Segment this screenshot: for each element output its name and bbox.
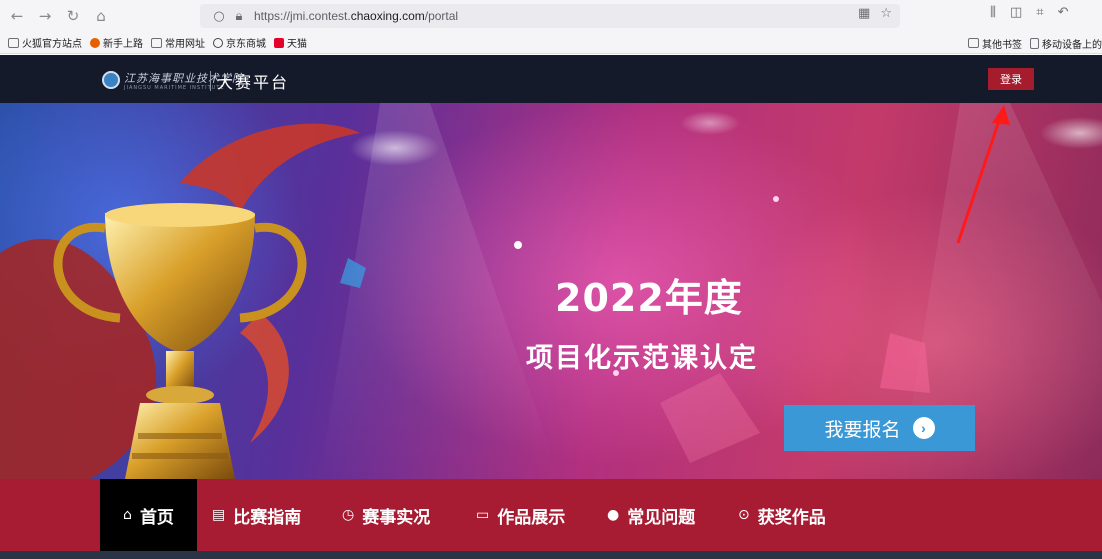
shield-icon: ○ [213, 8, 225, 24]
bookmark-star-icon[interactable]: ☆ [880, 6, 892, 21]
nav-item-live[interactable]: ◷ 赛事实况 [342, 479, 430, 551]
site-header: 江苏海事职业技术学院 JIANGSU MARITIME INSTITUTE 大赛… [0, 55, 1102, 103]
live-icon: ◷ [342, 507, 355, 523]
monitor-icon: ▭ [476, 507, 490, 523]
firefox-icon [90, 37, 100, 48]
book-icon: ▤ [212, 507, 226, 523]
hero-title: 2022年度 [555, 276, 743, 320]
chat-icon: ● [607, 507, 620, 523]
browser-toolbar: ← → ↻ ⌂ ○ 🔒︎ https://jmi.contest.chaoxin… [0, 0, 1102, 32]
forward-icon[interactable]: → [34, 5, 56, 27]
bookmark-item-mobile[interactable]: 移动设备上的 [1030, 36, 1102, 51]
screenshot-icon[interactable]: ⌗ [1036, 5, 1043, 20]
globe-icon [213, 37, 223, 48]
reload-icon[interactable]: ↻ [62, 5, 84, 27]
bookmark-item[interactable]: 新手上路 [90, 35, 143, 50]
folder-icon [968, 38, 979, 48]
sidebar-icon[interactable]: ◫ [1010, 5, 1022, 20]
library-icon[interactable]: ⫼ [990, 5, 996, 20]
home-browser-icon[interactable]: ⌂ [90, 5, 112, 27]
bookmark-item[interactable]: 天猫 [274, 35, 307, 50]
bookmark-item[interactable]: 京东商城 [213, 35, 266, 50]
qr-code-icon[interactable]: ▦ [858, 6, 870, 21]
nav-item-home[interactable]: ⌂ 首页 [100, 479, 197, 551]
nav-item-awards[interactable]: ⊙ 获奖作品 [738, 479, 826, 551]
platform-title: 大赛平台 [217, 73, 290, 92]
home-icon: ⌂ [123, 507, 132, 523]
nav-item-faq[interactable]: ● 常见问题 [607, 479, 695, 551]
bookmarks-bar: 火狐官方站点 新手上路 常用网址 京东商城 天猫 其他书签 移动设备上的 [0, 32, 1102, 54]
bookmark-item[interactable]: 火狐官方站点 [8, 35, 82, 50]
hero-subtitle: 项目化示范课认定 [526, 343, 758, 374]
logo-divider [210, 71, 211, 91]
address-bar[interactable]: ○ 🔒︎ https://jmi.contest.chaoxing.com/po… [200, 4, 900, 28]
back-icon[interactable]: ← [6, 5, 28, 27]
lock-icon: 🔒︎ [235, 8, 243, 24]
folder-icon [8, 37, 19, 48]
school-emblem-icon [102, 71, 120, 89]
mobile-icon [1030, 37, 1039, 49]
tmall-icon [274, 37, 284, 48]
arrow-right-circle-icon: › [912, 417, 935, 439]
play-icon: ⊙ [738, 507, 750, 523]
hero-banner: 2022年度 项目化示范课认定 我要报名 › [0, 103, 1102, 479]
signup-label: 我要报名 [824, 419, 901, 441]
nav-item-showcase[interactable]: ▭ 作品展示 [476, 479, 565, 551]
login-button[interactable]: 登录 [988, 68, 1034, 90]
nav-item-guide[interactable]: ▤ 比赛指南 [212, 479, 301, 551]
signup-button[interactable]: 我要报名 › [784, 405, 975, 451]
bookmark-item-other[interactable]: 其他书签 [968, 36, 1022, 51]
bookmark-item[interactable]: 常用网址 [151, 35, 205, 50]
url-text[interactable]: https://jmi.contest.chaoxing.com/portal [254, 9, 458, 23]
main-nav: ⌂ 首页 ▤ 比赛指南 ◷ 赛事实况 ▭ 作品展示 ● 常见问题 ⊙ 获奖作品 [0, 479, 1102, 551]
undo-icon[interactable]: ↶ [1058, 5, 1069, 20]
folder-icon [151, 37, 162, 48]
content-strip [0, 551, 1102, 559]
